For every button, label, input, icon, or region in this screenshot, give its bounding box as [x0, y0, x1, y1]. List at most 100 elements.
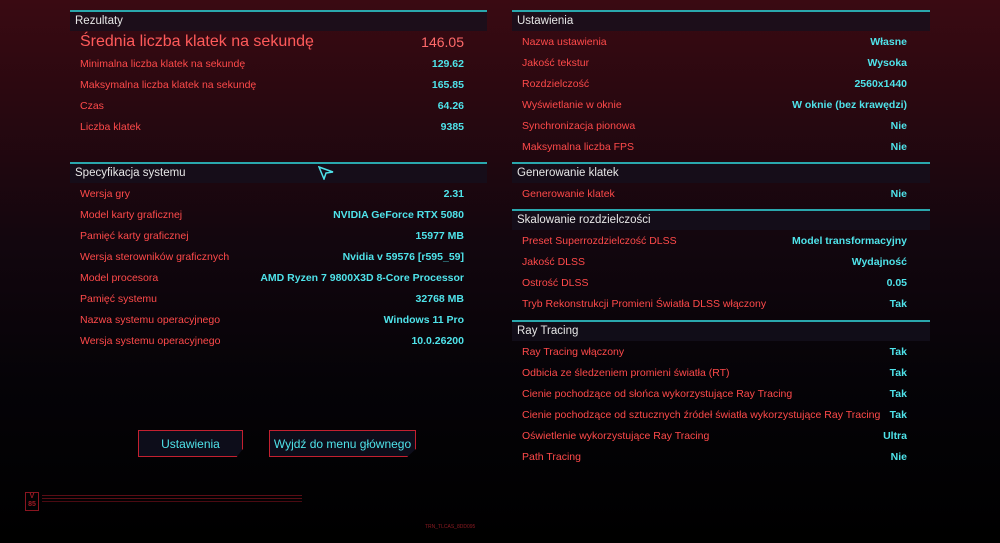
row-value: Windows 11 Pro	[383, 313, 464, 326]
section-ustawienia: Ustawienia Nazwa ustawienia Własne Jakość t…	[512, 10, 930, 157]
result-row: Synchronizacja pionowa Nie	[512, 115, 930, 136]
row-label: Maksymalna liczba klatek na sekundę	[80, 78, 257, 91]
row-value: 32768 MB	[415, 292, 464, 305]
row-label: Synchronizacja pionowa	[522, 119, 636, 132]
row-label: Czas	[80, 99, 104, 112]
row-value: 9385	[440, 120, 464, 133]
row-label: Model procesora	[80, 271, 159, 284]
result-row: Odbicia ze śledzeniem promieni światła (…	[512, 362, 930, 383]
result-row: Wersja gry 2.31	[70, 183, 487, 204]
row-label: Jakość DLSS	[522, 255, 586, 268]
section-title: Skalowanie rozdzielczości	[512, 209, 930, 230]
section-title: Rezultaty	[70, 10, 487, 31]
result-row: Liczba klatek 9385	[70, 116, 487, 137]
row-label: Generowanie klatek	[522, 187, 615, 200]
row-value: 2.31	[443, 187, 464, 200]
row-label: Model karty graficznej	[80, 208, 183, 221]
row-value: Tak	[889, 408, 907, 421]
result-row: Oświetlenie wykorzystujące Ray Tracing Ul…	[512, 425, 930, 446]
row-value: Własne	[870, 35, 907, 48]
row-value: Tak	[889, 387, 907, 400]
row-label: Nazwa ustawienia	[522, 35, 607, 48]
row-label: Cienie pochodzące od słońca wykorzystują…	[522, 387, 793, 400]
row-label: Jakość tekstur	[522, 56, 590, 69]
row-value: Model transformacyjny	[792, 234, 907, 247]
row-value: Nie	[890, 450, 907, 463]
row-value: Ultra	[883, 429, 907, 442]
result-row: Nazwa systemu operacyjnego Windows 11 Pro	[70, 309, 487, 330]
row-value: Tak	[889, 297, 907, 310]
row-label: Preset Superrozdzielczość DLSS	[522, 234, 677, 247]
row-label: Maksymalna liczba FPS	[522, 140, 635, 153]
section-title: Ray Tracing	[512, 320, 930, 341]
footer-tag: TRN_TLCAS_8DD095	[425, 524, 476, 530]
settings-button[interactable]: Ustawienia	[138, 430, 243, 457]
result-row: Cienie pochodzące od słońca wykorzystują…	[512, 383, 930, 404]
row-label: Średnia liczba klatek na sekundę	[80, 33, 314, 50]
row-value: W oknie (bez krawędzi)	[792, 98, 907, 111]
row-label: Wersja systemu operacyjnego	[80, 334, 221, 347]
result-row: Path Tracing Nie	[512, 446, 930, 467]
result-row: Maksymalna liczba klatek na sekundę 165.8…	[70, 74, 487, 95]
row-value: 146.05	[421, 34, 464, 50]
section-title: Generowanie klatek	[512, 162, 930, 183]
row-label: Path Tracing	[522, 450, 581, 463]
result-row: Wersja systemu operacyjnego 10.0.26200	[70, 330, 487, 351]
row-value: 15977 MB	[415, 229, 464, 242]
row-label: Nazwa systemu operacyjnego	[80, 313, 221, 326]
result-row: Czas 64.26	[70, 95, 487, 116]
row-label: Pamięć systemu	[80, 292, 158, 305]
result-row: Średnia liczba klatek na sekundę 146.05	[70, 31, 487, 53]
row-label: Odbicia ze śledzeniem promieni światła (…	[522, 366, 730, 379]
row-label: Rozdzielczość	[522, 77, 590, 90]
row-value: AMD Ryzen 7 9800X3D 8-Core Processor	[260, 271, 464, 284]
result-row: Model karty graficznej NVIDIA GeForce RTX…	[70, 204, 487, 225]
result-row: Jakość DLSS Wydajność	[512, 251, 930, 272]
row-value: NVIDIA GeForce RTX 5080	[333, 208, 464, 221]
section-ray-tracing: Ray Tracing Ray Tracing włączony Tak Odbici…	[512, 320, 930, 467]
row-value: Tak	[889, 345, 907, 358]
row-label: Liczba klatek	[80, 120, 141, 133]
section-title: Ustawienia	[512, 10, 930, 31]
row-value: 2560x1440	[854, 77, 907, 90]
row-label: Tryb Rekonstrukcji Promieni Światła DLSS…	[522, 297, 767, 310]
section-generowanie-klatek: Generowanie klatek Generowanie klatek Nie	[512, 162, 930, 204]
row-label: Wersja gry	[80, 187, 130, 200]
result-row: Tryb Rekonstrukcji Promieni Światła DLSS…	[512, 293, 930, 314]
row-value: 64.26	[437, 99, 464, 112]
row-value: Tak	[889, 366, 907, 379]
section-specyfikacja-systemu: Specyfikacja systemu Wersja gry 2.31 Model …	[70, 162, 487, 351]
row-value: 10.0.26200	[411, 334, 464, 347]
row-value: Nie	[890, 140, 907, 153]
result-row: Minimalna liczba klatek na sekundę 129.62	[70, 53, 487, 74]
result-row: Jakość tekstur Wysoka	[512, 52, 930, 73]
row-label: Cienie pochodzące od sztucznych źródeł ś…	[522, 408, 881, 421]
result-row: Wersja sterowników graficznych Nvidia v 5…	[70, 246, 487, 267]
result-row: Ostrość DLSS 0.05	[512, 272, 930, 293]
result-row: Wyświetlanie w oknie W oknie (bez krawędz…	[512, 94, 930, 115]
result-row: Ray Tracing włączony Tak	[512, 341, 930, 362]
section-title: Specyfikacja systemu	[70, 162, 487, 183]
exit-to-main-menu-button[interactable]: Wyjdź do menu głównego	[269, 430, 416, 457]
row-label: Pamięć karty graficznej	[80, 229, 189, 242]
version-badge: V 85	[25, 492, 39, 511]
result-row: Pamięć systemu 32768 MB	[70, 288, 487, 309]
row-value: Nie	[890, 119, 907, 132]
row-value: 0.05	[886, 276, 907, 289]
row-value: Wydajność	[851, 255, 907, 268]
row-label: Ostrość DLSS	[522, 276, 589, 289]
row-value: Nie	[890, 187, 907, 200]
row-label: Minimalna liczba klatek na sekundę	[80, 57, 246, 70]
section-skalowanie-rozdzielczości: Skalowanie rozdzielczości Preset Superroz…	[512, 209, 930, 314]
row-value: Nvidia v 59576 [r595_59]	[342, 250, 464, 263]
result-row: Generowanie klatek Nie	[512, 183, 930, 204]
row-label: Oświetlenie wykorzystujące Ray Tracing	[522, 429, 710, 442]
row-value: Wysoka	[867, 56, 908, 69]
result-row: Maksymalna liczba FPS Nie	[512, 136, 930, 157]
row-label: Ray Tracing włączony	[522, 345, 625, 358]
result-row: Rozdzielczość 2560x1440	[512, 73, 930, 94]
fine-print-decoration	[42, 495, 302, 496]
result-row: Model procesora AMD Ryzen 7 9800X3D 8-Cor…	[70, 267, 487, 288]
result-row: Nazwa ustawienia Własne	[512, 31, 930, 52]
row-label: Wyświetlanie w oknie	[522, 98, 622, 111]
